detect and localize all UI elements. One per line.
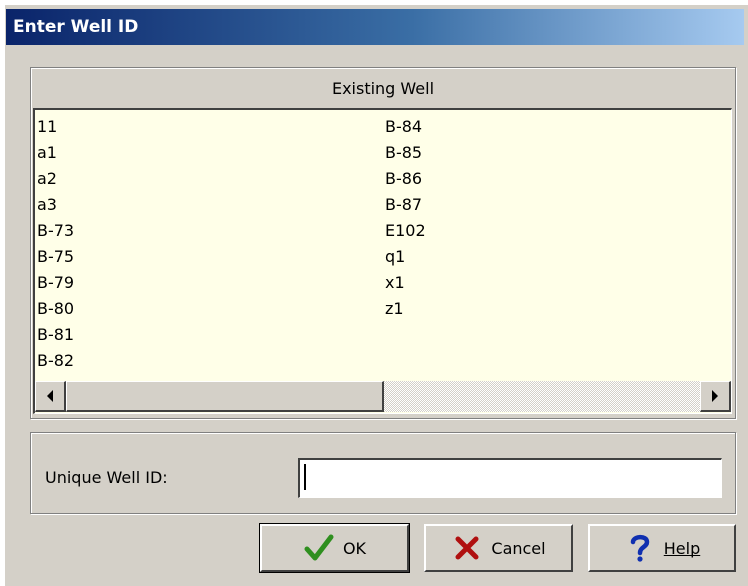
list-item[interactable]: B-79 bbox=[37, 272, 74, 298]
window-title: Enter Well ID bbox=[13, 17, 139, 37]
question-mark-icon bbox=[624, 533, 656, 563]
help-label: Help bbox=[663, 538, 701, 558]
list-item[interactable]: B-85 bbox=[385, 142, 426, 168]
text-caret bbox=[304, 464, 306, 490]
existing-well-list[interactable]: 11 a1 a2 a3 B-73 B-75 B-79 B-80 B-81 B-8… bbox=[33, 108, 732, 414]
list-item[interactable]: B-81 bbox=[37, 324, 74, 350]
list-item[interactable]: E102 bbox=[385, 220, 426, 246]
list-item[interactable]: a3 bbox=[37, 194, 74, 220]
list-header[interactable]: Existing Well bbox=[34, 71, 732, 107]
well-id-label: Unique Well ID: bbox=[45, 468, 168, 487]
scrollbar-thumb[interactable] bbox=[66, 381, 384, 412]
scroll-left-button[interactable] bbox=[35, 381, 66, 412]
list-item[interactable]: 11 bbox=[37, 116, 74, 142]
list-item[interactable]: q1 bbox=[385, 246, 426, 272]
cancel-label: Cancel bbox=[491, 538, 546, 558]
x-icon bbox=[451, 533, 483, 563]
well-id-input[interactable] bbox=[298, 458, 722, 498]
ok-button[interactable]: OK bbox=[259, 523, 410, 573]
list-column-1: 11 a1 a2 a3 B-73 B-75 B-79 B-80 B-81 B-8… bbox=[37, 116, 74, 376]
list-item[interactable]: B-82 bbox=[37, 350, 74, 376]
list-item[interactable]: x1 bbox=[385, 272, 426, 298]
arrow-left-icon bbox=[47, 390, 53, 402]
list-item[interactable]: a2 bbox=[37, 168, 74, 194]
list-item[interactable]: B-87 bbox=[385, 194, 426, 220]
list-item[interactable]: B-86 bbox=[385, 168, 426, 194]
ok-label: OK bbox=[342, 538, 367, 558]
checkmark-icon bbox=[303, 533, 335, 563]
list-item[interactable]: B-73 bbox=[37, 220, 74, 246]
help-button[interactable]: Help bbox=[588, 524, 736, 572]
list-item[interactable]: a1 bbox=[37, 142, 74, 168]
scroll-right-button[interactable] bbox=[700, 381, 731, 412]
list-item[interactable]: B-84 bbox=[385, 116, 426, 142]
cancel-button[interactable]: Cancel bbox=[424, 524, 573, 572]
list-item[interactable]: B-75 bbox=[37, 246, 74, 272]
horizontal-scrollbar[interactable] bbox=[35, 381, 731, 412]
list-column-2: B-84 B-85 B-86 B-87 E102 q1 x1 z1 bbox=[385, 116, 426, 324]
title-bar: Enter Well ID bbox=[6, 9, 744, 45]
list-item[interactable]: z1 bbox=[385, 298, 426, 324]
list-item[interactable]: B-80 bbox=[37, 298, 74, 324]
arrow-right-icon bbox=[712, 390, 718, 402]
